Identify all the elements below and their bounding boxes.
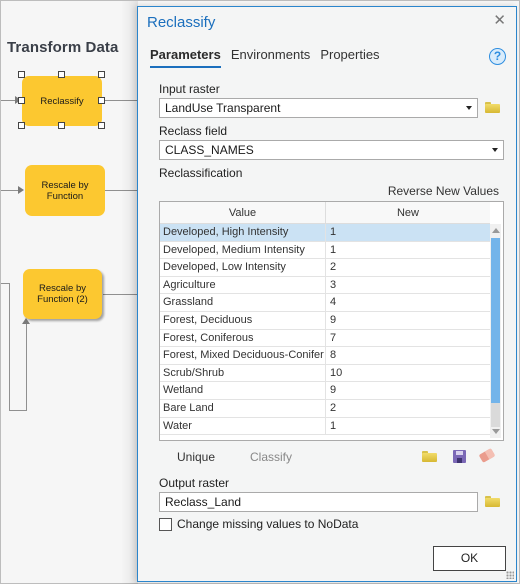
input-raster-label: Input raster bbox=[159, 82, 220, 96]
load-remap-folder-icon[interactable] bbox=[422, 451, 437, 462]
cell-new[interactable]: 3 bbox=[326, 277, 490, 294]
cell-new[interactable]: 9 bbox=[326, 382, 490, 399]
input-raster-dropdown[interactable]: LandUse Transparent bbox=[159, 98, 478, 118]
tool-node-reclassify[interactable]: Reclassify bbox=[22, 76, 102, 126]
arrow-icon bbox=[18, 186, 24, 194]
output-raster-input[interactable]: Reclass_Land bbox=[159, 492, 478, 512]
ok-button[interactable]: OK bbox=[433, 546, 506, 571]
selection-handle[interactable] bbox=[98, 97, 105, 104]
cell-value: Forest, Coniferous bbox=[160, 329, 326, 347]
chevron-down-icon bbox=[492, 148, 498, 152]
cell-value: Developed, High Intensity bbox=[160, 224, 326, 241]
tool-node-rescale-by-function[interactable]: Rescale by Function bbox=[25, 165, 105, 216]
cell-value: Water bbox=[160, 417, 326, 435]
table-row[interactable]: Scrub/Shrub 10 bbox=[160, 364, 490, 383]
cell-value: Agriculture bbox=[160, 276, 326, 294]
selection-handle[interactable] bbox=[98, 71, 105, 78]
selection-handle[interactable] bbox=[58, 71, 65, 78]
vertical-scrollbar[interactable] bbox=[490, 224, 501, 438]
selection-handle[interactable] bbox=[18, 122, 25, 129]
group-title: Transform Data bbox=[7, 39, 119, 56]
selection-handle[interactable] bbox=[58, 122, 65, 129]
close-icon[interactable]: ✕ bbox=[493, 13, 506, 28]
output-raster-value: Reclass_Land bbox=[165, 495, 242, 509]
cell-value: Forest, Mixed Deciduous-Conifer bbox=[160, 347, 326, 364]
reclass-field-dropdown[interactable]: CLASS_NAMES bbox=[159, 140, 504, 160]
save-icon[interactable] bbox=[453, 450, 466, 463]
browse-folder-icon[interactable] bbox=[485, 102, 500, 113]
table-header: Value New bbox=[160, 202, 490, 224]
node-label: Rescale by Function (2) bbox=[37, 283, 88, 305]
table-row[interactable]: Bare Land 2 bbox=[160, 399, 490, 418]
node-label: Rescale by Function bbox=[41, 179, 89, 202]
reclass-field-value: CLASS_NAMES bbox=[165, 143, 254, 157]
cell-new[interactable]: 4 bbox=[326, 294, 490, 311]
tool-node-rescale-by-function-2[interactable]: Rescale by Function (2) bbox=[23, 269, 102, 319]
table-row[interactable]: Forest, Mixed Deciduous-Conifer 8 bbox=[160, 347, 490, 365]
column-header-value[interactable]: Value bbox=[160, 202, 326, 224]
cell-new[interactable]: 9 bbox=[326, 312, 490, 329]
cell-value: Developed, Medium Intensity bbox=[160, 241, 326, 259]
reclassification-table: Value New Developed, High Intensity 1 Deve… bbox=[159, 201, 504, 441]
tab-parameters[interactable]: Parameters bbox=[150, 47, 221, 68]
cell-value: Developed, Low Intensity bbox=[160, 259, 326, 276]
connector-line bbox=[9, 283, 10, 411]
cell-new[interactable]: 8 bbox=[326, 347, 490, 364]
reclass-field-label: Reclass field bbox=[159, 124, 228, 138]
table-row[interactable]: Developed, High Intensity 1 bbox=[160, 224, 490, 242]
reverse-new-values-button[interactable]: Reverse New Values bbox=[388, 184, 499, 198]
table-row[interactable]: Forest, Coniferous 7 bbox=[160, 329, 490, 348]
table-row[interactable]: Water 1 bbox=[160, 417, 490, 436]
eraser-icon[interactable] bbox=[478, 448, 496, 463]
dialog-title: Reclassify bbox=[147, 14, 216, 31]
selection-handle[interactable] bbox=[18, 71, 25, 78]
selection-handle[interactable] bbox=[98, 122, 105, 129]
browse-folder-icon[interactable] bbox=[485, 496, 500, 507]
table-row[interactable]: Agriculture 3 bbox=[160, 276, 490, 295]
cell-new[interactable]: 1 bbox=[326, 418, 490, 435]
tab-properties[interactable]: Properties bbox=[320, 47, 379, 68]
connector-line bbox=[1, 283, 9, 284]
table-row[interactable]: Wetland 9 bbox=[160, 382, 490, 400]
cell-new[interactable]: 1 bbox=[326, 224, 490, 241]
reclassification-label: Reclassification bbox=[159, 166, 243, 180]
cell-value: Bare Land bbox=[160, 399, 326, 417]
missing-nodata-label: Change missing values to NoData bbox=[177, 517, 359, 531]
tab-bar: Parameters Environments Properties bbox=[150, 47, 380, 68]
help-icon[interactable]: ? bbox=[489, 48, 506, 65]
cell-value: Wetland bbox=[160, 382, 326, 399]
cell-value: Forest, Deciduous bbox=[160, 311, 326, 329]
classify-button[interactable]: Classify bbox=[250, 450, 292, 464]
cell-new[interactable]: 7 bbox=[326, 330, 490, 347]
resize-grip[interactable] bbox=[506, 571, 514, 579]
table-row[interactable]: Forest, Deciduous 9 bbox=[160, 311, 490, 330]
table-row[interactable]: Grassland 4 bbox=[160, 294, 490, 312]
column-header-new[interactable]: New bbox=[326, 202, 490, 224]
cell-value: Scrub/Shrub bbox=[160, 364, 326, 382]
canvas-shade bbox=[121, 1, 138, 584]
node-label: Reclassify bbox=[40, 95, 84, 107]
scroll-thumb[interactable] bbox=[491, 238, 500, 403]
cell-new[interactable]: 1 bbox=[326, 242, 490, 259]
scroll-up-icon[interactable] bbox=[492, 228, 500, 233]
chevron-down-icon bbox=[466, 106, 472, 110]
scroll-down-icon[interactable] bbox=[492, 429, 500, 434]
reclassify-dialog: Reclassify ✕ Parameters Environments Pro… bbox=[137, 6, 517, 582]
cell-new[interactable]: 2 bbox=[326, 259, 490, 276]
table-body: Developed, High Intensity 1 Developed, Med… bbox=[160, 224, 490, 436]
connector-line bbox=[9, 410, 27, 411]
unique-button[interactable]: Unique bbox=[177, 450, 215, 464]
tab-environments[interactable]: Environments bbox=[231, 47, 310, 68]
input-raster-value: LandUse Transparent bbox=[165, 101, 281, 115]
cell-new[interactable]: 10 bbox=[326, 365, 490, 382]
cell-new[interactable]: 2 bbox=[326, 400, 490, 417]
missing-nodata-checkbox[interactable] bbox=[159, 518, 172, 531]
cell-value: Grassland bbox=[160, 294, 326, 311]
connector-line bbox=[26, 322, 27, 411]
scroll-track[interactable] bbox=[491, 403, 500, 427]
output-raster-label: Output raster bbox=[159, 476, 230, 490]
table-row[interactable]: Developed, Low Intensity 2 bbox=[160, 259, 490, 277]
selection-handle[interactable] bbox=[18, 97, 25, 104]
table-row[interactable]: Developed, Medium Intensity 1 bbox=[160, 241, 490, 260]
